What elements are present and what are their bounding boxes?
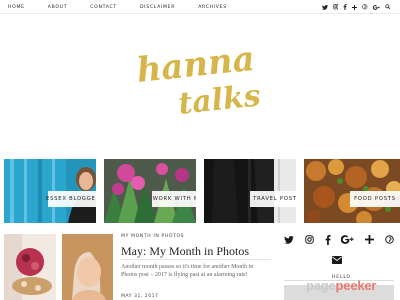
- tile-travel-posts[interactable]: TRAVEL POSTS: [204, 159, 296, 223]
- post-date: MAY 31, 2017: [121, 294, 159, 299]
- watermark-part2: peeker: [335, 278, 377, 293]
- tile-label: TRAVEL POSTS: [250, 191, 296, 207]
- pinterest-icon[interactable]: [362, 4, 368, 10]
- site-logo[interactable]: hanna talks: [130, 39, 280, 119]
- social-links-top: [321, 0, 391, 14]
- facebook-icon[interactable]: [325, 234, 331, 248]
- twitter-icon[interactable]: [284, 235, 294, 247]
- sidebar-social-links: [284, 234, 394, 248]
- post-thumbnail-portrait[interactable]: [62, 234, 113, 300]
- nav-about[interactable]: ABOUT: [48, 5, 68, 10]
- post-thumbnail-portrait-image: [62, 234, 113, 300]
- nav-disclaimer[interactable]: DISCLAIMER: [140, 5, 175, 10]
- tile-essex-blogger[interactable]: ESSEX BLOGGER: [4, 159, 96, 223]
- twitter-icon[interactable]: [321, 4, 328, 10]
- post-title[interactable]: May: My Month in Photos: [121, 244, 249, 259]
- post-thumbnail-food-image: [4, 234, 56, 300]
- tile-work-with-me[interactable]: WORK WITH ME: [104, 159, 196, 223]
- tile-food-posts[interactable]: FOOD POSTS: [304, 159, 400, 223]
- nav-archives[interactable]: ARCHIVES: [198, 5, 227, 10]
- tile-label: WORK WITH ME: [152, 191, 196, 207]
- tile-label: FOOD POSTS: [350, 191, 400, 207]
- top-bar: HOME ABOUT CONTACT DISCLAIMER ARCHIVES: [0, 0, 400, 14]
- pinterest-icon[interactable]: [385, 235, 394, 247]
- email-icon[interactable]: [332, 251, 342, 269]
- instagram-icon[interactable]: [332, 4, 339, 10]
- instagram-icon[interactable]: [305, 235, 314, 247]
- google-plus-icon[interactable]: [341, 235, 354, 247]
- search-icon[interactable]: [384, 4, 391, 10]
- google-plus-icon[interactable]: [372, 4, 380, 10]
- category-tiles: ESSEX BLOGGER WORK WITH ME: [0, 159, 400, 223]
- bloglovin-icon[interactable]: [352, 4, 357, 10]
- nav-home[interactable]: HOME: [8, 5, 25, 10]
- nav-contact[interactable]: CONTACT: [90, 5, 117, 10]
- post-category[interactable]: MY MONTH IN PHOTOS: [121, 234, 184, 239]
- main-nav: HOME ABOUT CONTACT DISCLAIMER ARCHIVES: [8, 0, 250, 14]
- post-excerpt: Another month passes so it's time for an…: [121, 264, 254, 279]
- header: hanna talks: [0, 14, 400, 160]
- post-divider: [121, 259, 271, 260]
- watermark: pagepeeker: [306, 278, 376, 293]
- facebook-icon[interactable]: [343, 4, 347, 10]
- bloglovin-icon[interactable]: [365, 235, 375, 247]
- tile-label: ESSEX BLOGGER: [46, 191, 96, 207]
- post-thumbnail-food[interactable]: [4, 234, 56, 300]
- watermark-part1: page: [306, 278, 336, 293]
